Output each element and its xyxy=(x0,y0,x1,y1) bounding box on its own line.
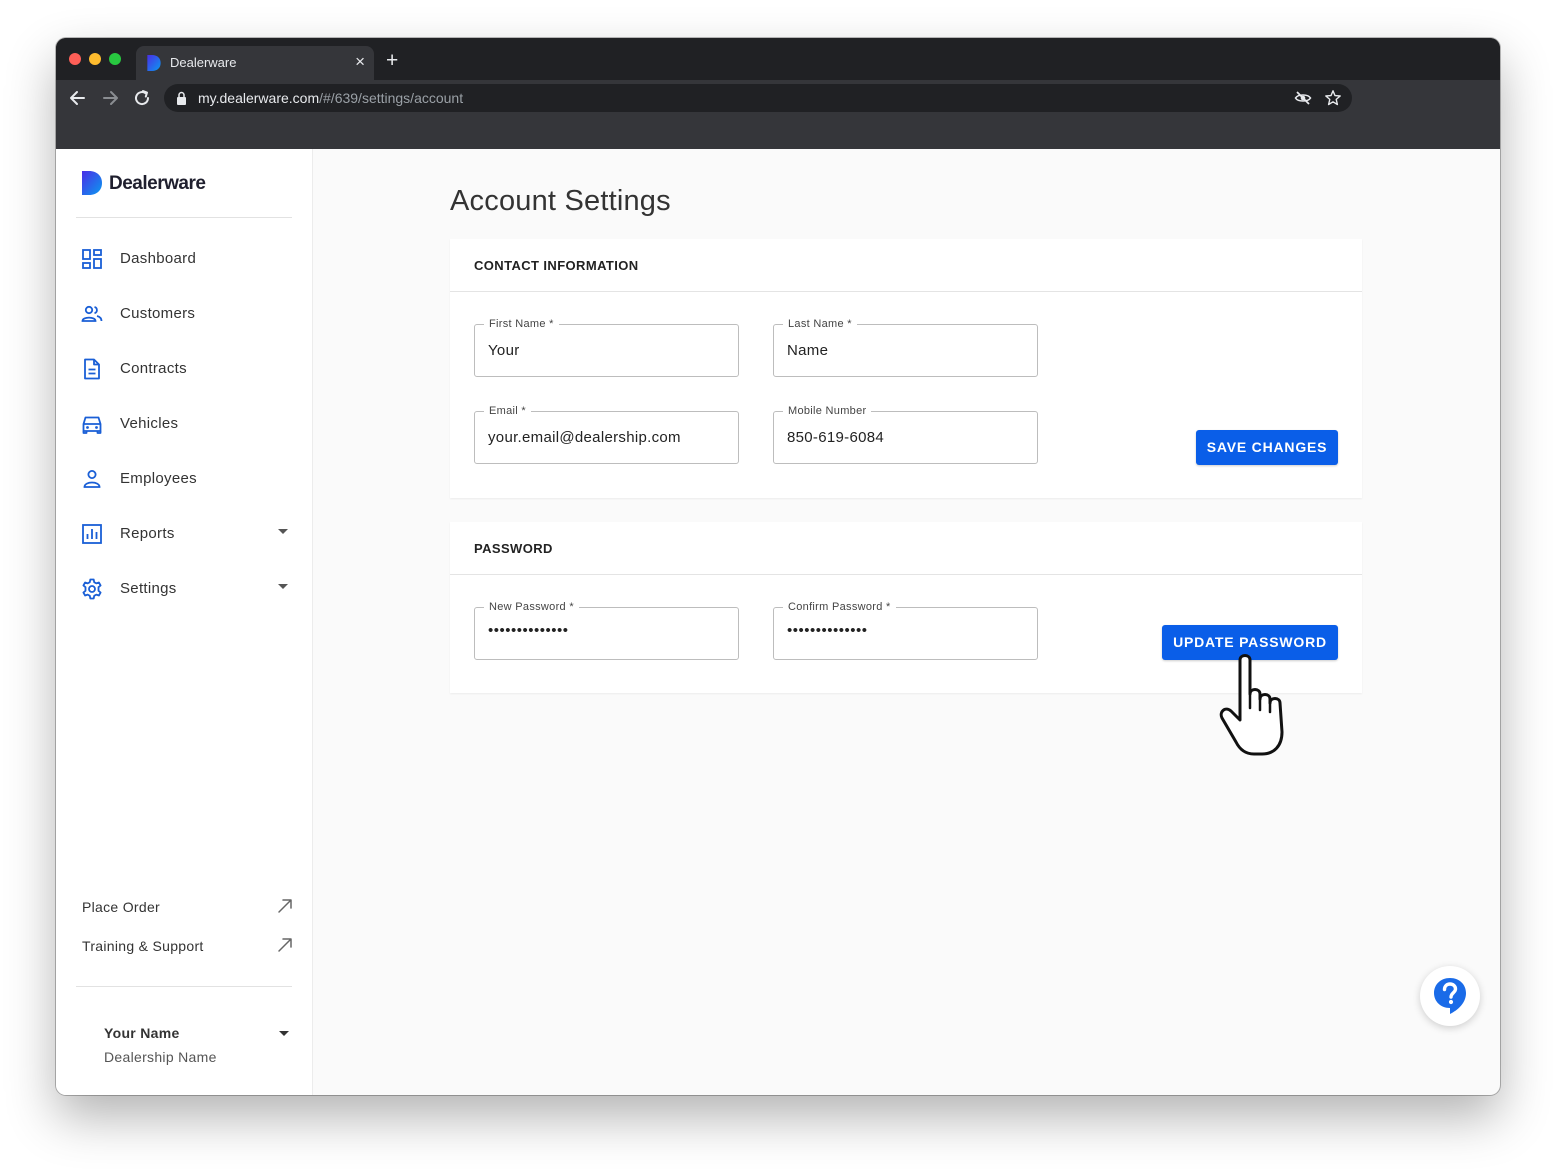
help-question-icon xyxy=(1434,978,1466,1014)
sidebar-item-employees[interactable]: Employees xyxy=(56,458,312,502)
field-value: 850-619-6084 xyxy=(787,429,885,446)
bookmark-star-icon[interactable] xyxy=(1324,89,1342,107)
sidebar-item-settings[interactable]: Settings xyxy=(56,568,312,612)
arrow-up-right-icon xyxy=(278,938,292,952)
close-window-button[interactable] xyxy=(69,53,81,65)
gear-icon xyxy=(82,578,102,600)
dashboard-icon xyxy=(82,249,102,269)
person-icon xyxy=(83,470,101,488)
field-value: your.email@dealership.com xyxy=(488,429,681,446)
tab-title: Dealerware xyxy=(170,55,237,70)
sidebar-divider xyxy=(76,217,292,218)
sidebar-item-label: Customers xyxy=(120,305,196,322)
sidebar-item-reports[interactable]: Reports xyxy=(56,513,312,557)
field-label: Confirm Password * xyxy=(783,600,896,614)
arrow-up-right-icon xyxy=(278,899,292,913)
dealership-name: Dealership Name xyxy=(104,1049,217,1065)
lock-icon xyxy=(177,91,186,105)
dealerware-logo-icon xyxy=(82,171,102,195)
field-value: Your xyxy=(488,342,520,359)
save-changes-button[interactable]: SAVE CHANGES xyxy=(1196,430,1338,465)
confirm-password-field[interactable]: Confirm Password * •••••••••••••• xyxy=(773,600,1038,660)
place-order-link[interactable]: Place Order xyxy=(56,893,312,923)
user-menu[interactable]: Your Name Dealership Name xyxy=(56,1019,312,1079)
sidebar-item-vehicles[interactable]: Vehicles xyxy=(56,403,312,447)
card-title: PASSWORD xyxy=(474,541,553,556)
field-label: Mobile Number xyxy=(783,404,872,418)
sidebar-item-label: Dashboard xyxy=(120,250,197,267)
sidebar-item-customers[interactable]: Customers xyxy=(56,293,312,337)
card-header: CONTACT INFORMATION xyxy=(450,239,1362,292)
chevron-down-icon[interactable] xyxy=(279,1031,289,1036)
field-label: Last Name * xyxy=(783,317,857,331)
sidebar-item-contracts[interactable]: Contracts xyxy=(56,348,312,392)
car-icon xyxy=(82,416,102,434)
title-bar: Dealerware × + xyxy=(56,38,1500,80)
training-support-link[interactable]: Training & Support xyxy=(56,932,312,962)
sidebar-item-dashboard[interactable]: Dashboard xyxy=(56,238,312,282)
address-bar[interactable]: my.dealerware.com/#/639/settings/account xyxy=(164,84,1352,112)
forward-arrow-icon[interactable] xyxy=(100,88,120,108)
field-label: First Name * xyxy=(484,317,559,331)
field-label: New Password * xyxy=(484,600,579,614)
reload-icon[interactable] xyxy=(132,88,152,108)
last-name-field[interactable]: Last Name * Name xyxy=(773,317,1038,377)
bar-chart-icon xyxy=(82,524,102,544)
chevron-down-icon[interactable] xyxy=(278,584,288,589)
email-field[interactable]: Email * your.email@dealership.com xyxy=(474,404,739,464)
hand-pointer-cursor-icon xyxy=(1219,654,1284,756)
browser-chrome: Dealerware × + my.dealerware.com/#/639/s… xyxy=(56,38,1500,149)
url-text: my.dealerware.com/#/639/settings/account xyxy=(198,90,464,106)
sidebar-item-label: Vehicles xyxy=(120,415,179,432)
dealerware-favicon-icon xyxy=(147,55,161,71)
sidebar-divider xyxy=(76,986,292,987)
sidebar: Dealerware Dashboard Customers Contracts… xyxy=(56,149,313,1095)
minimize-window-button[interactable] xyxy=(89,53,101,65)
field-label: Email * xyxy=(484,404,531,418)
browser-window: Dealerware × + my.dealerware.com/#/639/s… xyxy=(56,38,1500,1095)
tab-close-icon[interactable]: × xyxy=(355,52,365,72)
field-value: •••••••••••••• xyxy=(488,622,569,639)
maximize-window-button[interactable] xyxy=(109,53,121,65)
sidebar-item-label: Employees xyxy=(120,470,197,487)
field-value: Name xyxy=(787,342,829,359)
card-title: CONTACT INFORMATION xyxy=(474,258,639,273)
people-icon xyxy=(81,305,103,322)
new-password-field[interactable]: New Password * •••••••••••••• xyxy=(474,600,739,660)
place-order-label: Place Order xyxy=(82,899,160,915)
mobile-number-field[interactable]: Mobile Number 850-619-6084 xyxy=(773,404,1038,464)
training-support-label: Training & Support xyxy=(82,938,204,954)
first-name-field[interactable]: First Name * Your xyxy=(474,317,739,377)
eye-off-icon[interactable] xyxy=(1294,89,1312,107)
sidebar-item-label: Contracts xyxy=(120,360,187,377)
contact-information-card: CONTACT INFORMATION First Name * Your La… xyxy=(450,239,1362,498)
sidebar-item-label: Settings xyxy=(120,580,177,597)
field-value: •••••••••••••• xyxy=(787,622,868,639)
back-arrow-icon[interactable] xyxy=(68,88,88,108)
chevron-down-icon[interactable] xyxy=(278,529,288,534)
help-button[interactable] xyxy=(1420,966,1480,1026)
document-icon xyxy=(84,358,100,380)
logo-text: Dealerware xyxy=(109,173,206,194)
sidebar-item-label: Reports xyxy=(120,525,175,542)
browser-tab[interactable]: Dealerware × xyxy=(136,46,374,80)
new-tab-icon[interactable]: + xyxy=(386,50,398,72)
card-header: PASSWORD xyxy=(450,522,1362,575)
user-name: Your Name xyxy=(104,1025,180,1041)
page-title: Account Settings xyxy=(450,185,671,217)
